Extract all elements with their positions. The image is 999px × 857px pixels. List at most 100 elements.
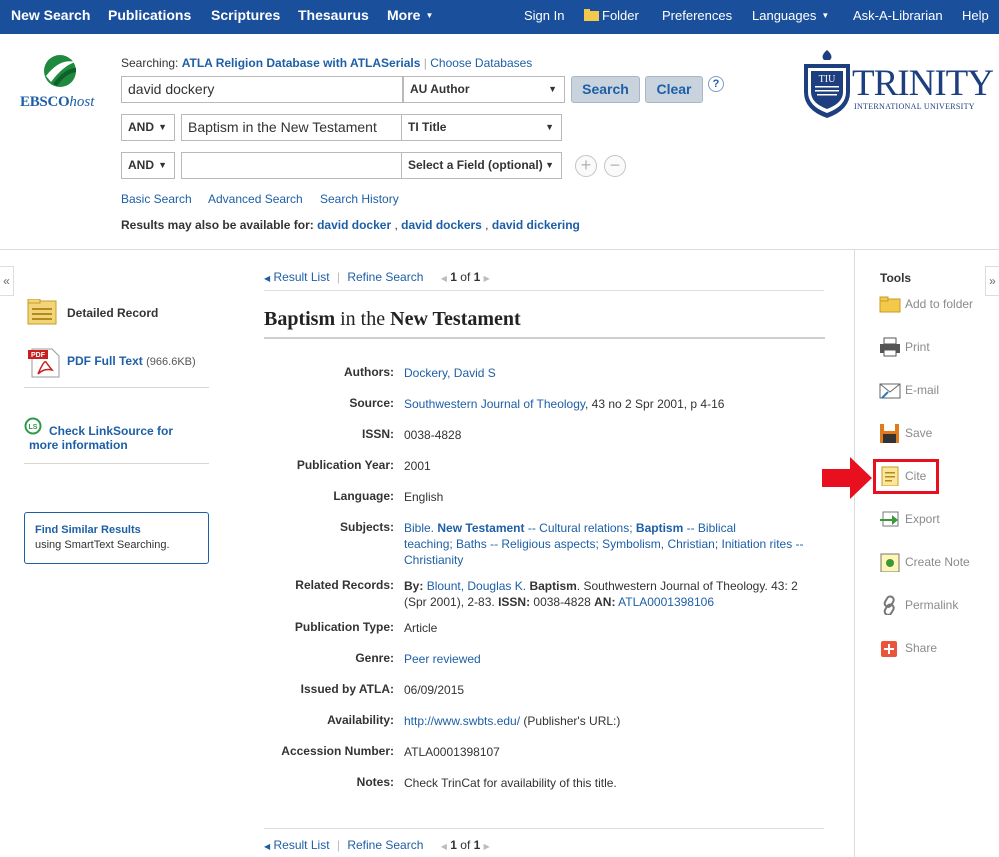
boolean-select-3[interactable]: AND ▼ xyxy=(121,152,175,179)
suggestion-link[interactable]: david dickering xyxy=(492,218,580,232)
nav-help[interactable]: Help xyxy=(962,0,989,34)
source-value: Southwestern Journal of Theology, 43 no … xyxy=(404,397,725,411)
authors-label: Authors: xyxy=(344,365,394,379)
record-title: Baptism in the New Testament xyxy=(264,308,521,330)
nav-more[interactable]: More ▼ xyxy=(387,0,433,34)
remove-row-icon[interactable]: − xyxy=(604,155,626,177)
save-icon xyxy=(880,424,899,443)
nav-sign-in[interactable]: Sign In xyxy=(524,0,564,34)
boolean-select-2[interactable]: AND ▼ xyxy=(121,114,175,141)
prev-arrow-icon[interactable]: ◀ xyxy=(441,274,447,283)
authors-link[interactable]: Dockery, David S xyxy=(404,365,814,381)
nav-thesaurus[interactable]: Thesaurus xyxy=(298,0,369,34)
choose-databases-link[interactable]: Choose Databases xyxy=(430,56,532,70)
help-icon[interactable]: ? xyxy=(708,76,724,92)
issn-label: ISSN: xyxy=(361,427,394,441)
find-similar-title: Find Similar Results xyxy=(35,524,141,536)
related-author-link[interactable]: Blount, Douglas K. xyxy=(427,579,526,593)
pdf-full-text-label: PDF Full Text xyxy=(67,354,143,368)
subjects-value[interactable]: Bible. New Testament -- Cultural relatio… xyxy=(404,520,814,568)
page-of: of xyxy=(460,270,471,284)
ebsco-logo[interactable]: EBSCOhost xyxy=(18,54,108,114)
availability-link[interactable]: http://www.swbts.edu/ xyxy=(404,714,520,728)
search-term-3-input[interactable] xyxy=(181,152,403,179)
boolean-select-2-value: AND xyxy=(128,120,154,134)
folder-icon xyxy=(584,9,599,21)
clear-button[interactable]: Clear xyxy=(645,76,703,103)
trinity-subtitle: INTERNATIONAL UNIVERSITY xyxy=(854,102,975,111)
pager-top: ◀ Result List | Refine Search ◀ 1 of 1 ▶ xyxy=(264,270,490,284)
cite-icon xyxy=(881,466,899,486)
searching-label: Searching: xyxy=(121,56,179,70)
related-an-link[interactable]: ATLA0001398106 xyxy=(618,595,714,609)
result-list-link[interactable]: Result List xyxy=(274,838,330,852)
field-select-2[interactable]: TI Title ▼ xyxy=(401,114,562,141)
subjects-label: Subjects: xyxy=(339,520,394,534)
divider xyxy=(264,290,824,291)
refine-search-link[interactable]: Refine Search xyxy=(347,838,423,852)
collapse-right-icon[interactable]: » xyxy=(985,266,999,296)
tool-label: Cite xyxy=(905,469,927,483)
top-nav-bar: New Search Publications Scriptures Thesa… xyxy=(0,0,999,34)
next-arrow-icon[interactable]: ▶ xyxy=(484,274,490,283)
pdf-full-text-link[interactable]: PDF Full Text (966.6KB) xyxy=(67,354,196,368)
find-similar-box[interactable]: Find Similar Results using SmartText Sea… xyxy=(24,512,209,564)
basic-search-link[interactable]: Basic Search xyxy=(121,192,192,206)
divider xyxy=(24,387,209,388)
next-arrow-icon[interactable]: ▶ xyxy=(484,842,490,851)
nav-ask-a-librarian[interactable]: Ask-A-Librarian xyxy=(853,0,943,34)
search-term-1-input[interactable]: david dockery xyxy=(121,76,403,103)
add-row-icon[interactable]: + xyxy=(575,155,597,177)
suggestion-link[interactable]: david dockers xyxy=(401,218,482,232)
genre-link[interactable]: Peer reviewed xyxy=(404,651,814,667)
prev-arrow-icon[interactable]: ◀ xyxy=(441,842,447,851)
trinity-logo[interactable]: TIU TRINITY INTERNATIONAL UNIVERSITY xyxy=(802,48,994,120)
nav-preferences[interactable]: Preferences xyxy=(662,0,732,34)
detailed-record-item[interactable]: Detailed Record xyxy=(27,299,207,325)
tool-label: Add to folder xyxy=(905,297,974,311)
nav-publications[interactable]: Publications xyxy=(108,0,191,34)
result-list-link[interactable]: Result List xyxy=(274,270,330,284)
trinity-shield-icon: TIU xyxy=(804,50,850,118)
search-term-2-input[interactable]: Baptism in the New Testament xyxy=(181,114,403,141)
nav-languages[interactable]: Languages ▼ xyxy=(752,0,829,34)
collapse-left-icon[interactable]: « xyxy=(0,266,14,296)
nav-scriptures[interactable]: Scriptures xyxy=(211,0,280,34)
source-link[interactable]: Southwestern Journal of Theology xyxy=(404,397,585,411)
database-name[interactable]: ATLA Religion Database with ATLASerials xyxy=(182,56,421,70)
search-history-link[interactable]: Search History xyxy=(320,192,399,206)
source-label: Source: xyxy=(349,396,394,410)
nav-new-search[interactable]: New Search xyxy=(11,0,90,34)
svg-text:PDF: PDF xyxy=(31,352,46,359)
find-similar-sub: using SmartText Searching. xyxy=(35,539,170,551)
svg-text:LS: LS xyxy=(29,424,38,431)
field-select-1[interactable]: AU Author ▼ xyxy=(403,76,565,103)
pdf-full-text-item[interactable]: PDF PDF Full Text (966.6KB) xyxy=(28,348,210,378)
chevron-down-icon: ▼ xyxy=(158,122,167,132)
page-total: 1 xyxy=(473,838,481,852)
suggestion-link[interactable]: david docker xyxy=(317,218,391,232)
chevron-down-icon: ▼ xyxy=(821,11,830,20)
divider xyxy=(854,250,855,857)
issued-value: 06/09/2015 xyxy=(404,683,465,697)
tool-label: E-mail xyxy=(905,383,940,397)
linksource-item[interactable]: LS Check LinkSource for more information xyxy=(24,417,209,453)
pdf-icon: PDF xyxy=(28,348,60,378)
divider xyxy=(264,337,825,339)
nav-folder-label: Folder xyxy=(602,8,639,23)
chevron-down-icon: ▼ xyxy=(158,160,167,170)
also-available-label: Results may also be available for: xyxy=(121,218,314,232)
field-select-3[interactable]: Select a Field (optional) ▼ xyxy=(401,152,562,179)
nav-folder[interactable]: Folder xyxy=(584,0,639,34)
refine-search-link[interactable]: Refine Search xyxy=(347,270,423,284)
link-icon xyxy=(883,595,895,615)
nav-more-label: More xyxy=(387,7,421,23)
search-button[interactable]: Search xyxy=(571,76,640,103)
notes-value: Check TrinCat for availability of this t… xyxy=(404,776,617,790)
pubtype-label: Publication Type: xyxy=(294,620,394,634)
tool-label: Share xyxy=(905,641,938,655)
email-icon xyxy=(879,383,901,399)
language-value: English xyxy=(404,490,444,504)
advanced-search-link[interactable]: Advanced Search xyxy=(208,192,303,206)
tool-label: Print xyxy=(905,340,930,354)
